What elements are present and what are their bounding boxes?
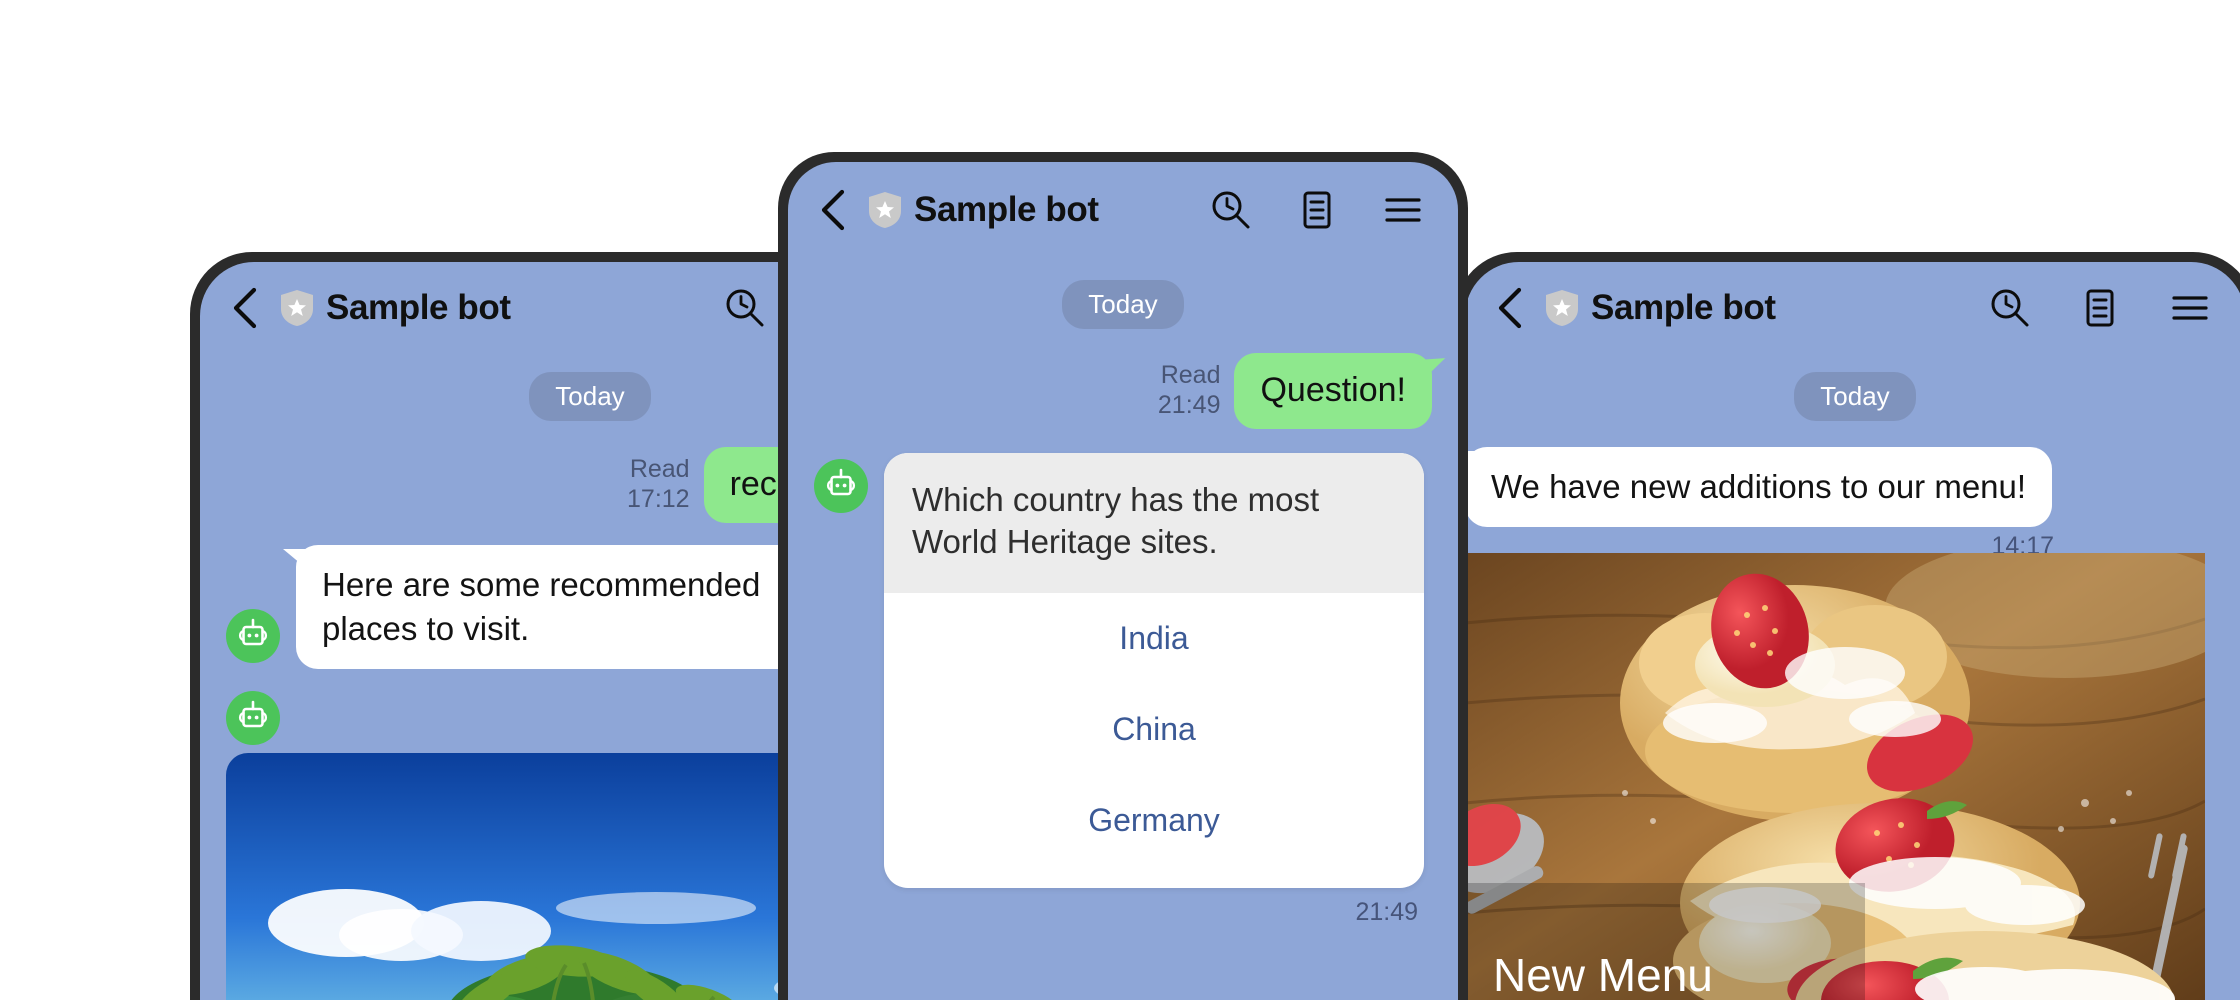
question-card-wrap: Which country has the most World Heritag…	[884, 452, 1424, 927]
phone-right-chat: Today We have new additions to our menu!…	[1465, 354, 2240, 1000]
message-meta: Read 21:49	[1158, 360, 1221, 421]
question-card-footer-space	[884, 866, 1424, 888]
phone-right-appbar: Sample bot	[1465, 262, 2240, 354]
message-time: 21:49	[1157, 391, 1221, 420]
read-status: Read	[629, 454, 690, 483]
screenshot-stage: Sample bot Today Read 17:12 Here are som…	[0, 0, 2240, 1000]
question-option-india[interactable]: India	[884, 593, 1424, 684]
message-row-question-card: Which country has the most World Heritag…	[814, 452, 1432, 927]
day-divider: Today	[1794, 372, 1916, 421]
search-history-icon[interactable]	[1210, 189, 1252, 231]
phone-center-appbar: Sample bot	[788, 162, 1458, 258]
robot-icon	[238, 618, 268, 646]
page-title: Sample bot	[1591, 288, 1776, 327]
question-card-time: 21:49	[1355, 897, 1418, 926]
question-text: Which country has the most World Heritag…	[884, 452, 1424, 593]
back-icon[interactable]	[228, 285, 262, 331]
back-icon[interactable]	[1493, 285, 1527, 331]
verified-shield-icon	[1546, 290, 1578, 326]
incoming-bubble[interactable]: Here are some recommended places to visi…	[283, 544, 856, 669]
message-row-outgoing: Read 21:49 Question!	[814, 353, 1432, 429]
day-divider: Today	[529, 372, 651, 421]
phone-right: Sample bot Today We have new additions t…	[1455, 252, 2240, 1000]
phone-center-actions	[1210, 189, 1424, 231]
day-divider-row: Today	[1465, 372, 2240, 421]
outgoing-bubble[interactable]: Question!	[1234, 353, 1432, 429]
dessert-photo-graphic: New Menu	[1465, 553, 2205, 1000]
document-icon[interactable]	[1296, 189, 1338, 231]
phone-center: Sample bot Today Read 21:49 Question! Wh…	[778, 152, 1468, 1000]
back-icon[interactable]	[816, 187, 850, 233]
page-title: Sample bot	[326, 288, 511, 327]
robot-icon	[826, 468, 856, 495]
message-meta: Read 17:12	[627, 454, 690, 515]
dessert-photo[interactable]: New Menu New Menu	[1465, 553, 2205, 1000]
media-caption-text: New Menu	[1493, 949, 1713, 1000]
day-divider: Today	[1062, 280, 1184, 329]
phone-right-screen: Sample bot Today We have new additions t…	[1465, 262, 2240, 1000]
bot-avatar	[226, 690, 280, 745]
message-time: 17:12	[627, 485, 690, 514]
read-status: Read	[1160, 360, 1221, 389]
page-title: Sample bot	[914, 190, 1099, 229]
question-card: Which country has the most World Heritag…	[884, 452, 1424, 888]
incoming-bubble[interactable]: We have new additions to our menu!	[1465, 447, 2053, 528]
bot-avatar	[814, 458, 868, 513]
menu-icon[interactable]	[2169, 287, 2211, 329]
verified-shield-icon	[869, 192, 901, 228]
search-history-icon[interactable]	[1989, 287, 2031, 329]
question-option-china[interactable]: China	[884, 684, 1424, 775]
bot-avatar	[226, 608, 280, 663]
search-history-icon[interactable]	[724, 287, 766, 329]
menu-icon[interactable]	[1382, 189, 1424, 231]
message-row-incoming: We have new additions to our menu! 14:17	[1465, 447, 2240, 560]
question-option-germany[interactable]: Germany	[884, 775, 1424, 866]
robot-icon	[238, 700, 268, 728]
incoming-bubble-wrap: We have new additions to our menu! 14:17	[1465, 447, 2054, 560]
day-divider-row: Today	[814, 280, 1432, 329]
phone-center-screen: Sample bot Today Read 21:49 Question! Wh…	[788, 162, 1458, 1000]
phone-center-chat: Today Read 21:49 Question! Which country…	[788, 258, 1458, 1000]
document-icon[interactable]	[2079, 287, 2121, 329]
phone-right-actions	[1989, 287, 2211, 329]
verified-shield-icon	[281, 290, 313, 326]
